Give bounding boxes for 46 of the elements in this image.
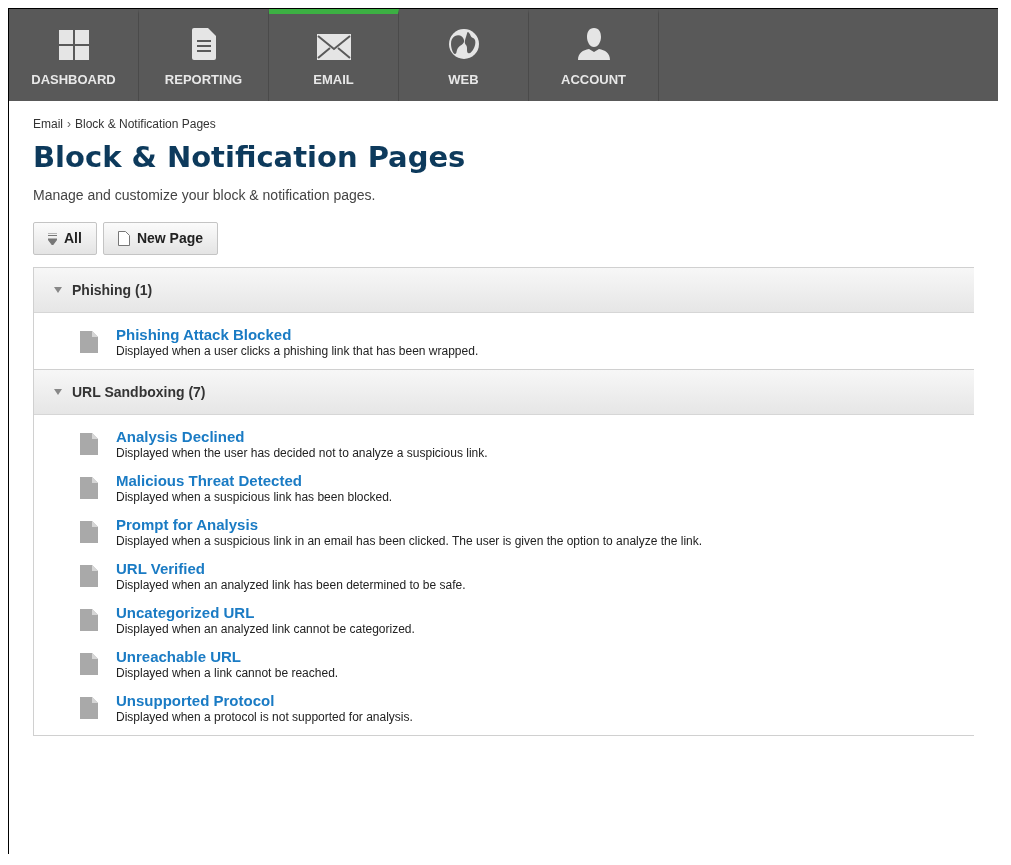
document-icon	[80, 565, 98, 587]
nav-tab[interactable]: DASHBOARD	[9, 9, 139, 101]
page-description: Displayed when an analyzed link has been determined to be safe.	[116, 578, 466, 593]
page-description: Displayed when a suspicious link in an email has been clicked. The user is given the option to analyze the link.	[116, 534, 703, 549]
grid-icon	[58, 29, 89, 60]
document-icon	[80, 331, 98, 353]
section-title: Phishing (1)	[72, 280, 153, 300]
nav-tab[interactable]: EMAIL	[269, 9, 399, 101]
page-link[interactable]: Phishing Attack Blocked	[116, 326, 479, 344]
expand-all-button[interactable]: All	[33, 222, 97, 255]
page-link[interactable]: Unsupported Protocol	[116, 692, 413, 710]
page-description: Displayed when a suspicious link has been blocked.	[116, 490, 393, 505]
page-link[interactable]: Uncategorized URL	[116, 604, 415, 622]
page-link[interactable]: URL Verified	[116, 560, 466, 578]
envelope-icon	[316, 33, 351, 60]
document-icon	[191, 27, 216, 60]
section-header[interactable]: Phishing (1)	[34, 268, 974, 313]
page-link[interactable]: Analysis Declined	[116, 428, 488, 446]
page-link[interactable]: Prompt for Analysis	[116, 516, 703, 534]
page-description: Displayed when an analyzed link cannot be categorized.	[116, 622, 415, 637]
document-icon	[80, 521, 98, 543]
page-title: Block & Notification Pages	[33, 139, 467, 176]
page-description: Displayed when a user clicks a phishing link that has been wrapped.	[116, 344, 479, 359]
globe-icon	[447, 27, 480, 60]
document-icon	[80, 433, 98, 455]
section-header[interactable]: URL Sandboxing (7)	[34, 370, 974, 415]
page-description: Displayed when a protocol is not supported for analysis.	[116, 710, 413, 725]
document-icon	[80, 697, 98, 719]
page-description: Displayed when the user has decided not to analyze a suspicious link.	[116, 446, 488, 461]
nav-tab[interactable]: WEB	[399, 9, 529, 101]
new-page-button[interactable]: New Page	[102, 222, 219, 255]
breadcrumb-separator: ›	[67, 116, 71, 133]
page-subtitle: Manage and customize your block & notification pages.	[33, 186, 377, 205]
document-icon	[117, 231, 130, 246]
collapse-icon	[48, 232, 57, 245]
document-icon	[80, 609, 98, 631]
document-icon	[80, 477, 98, 499]
nav-tab[interactable]: REPORTING	[139, 9, 269, 101]
page-link[interactable]: Unreachable URL	[116, 648, 339, 666]
document-icon	[80, 653, 98, 675]
page-description: Displayed when a link cannot be reached.	[116, 666, 339, 681]
person-icon	[577, 27, 610, 60]
page-link[interactable]: Malicious Threat Detected	[116, 472, 393, 490]
nav-tab[interactable]: ACCOUNT	[529, 9, 659, 101]
section-title: URL Sandboxing (7)	[72, 382, 206, 402]
breadcrumb-link[interactable]: Email	[33, 115, 63, 133]
